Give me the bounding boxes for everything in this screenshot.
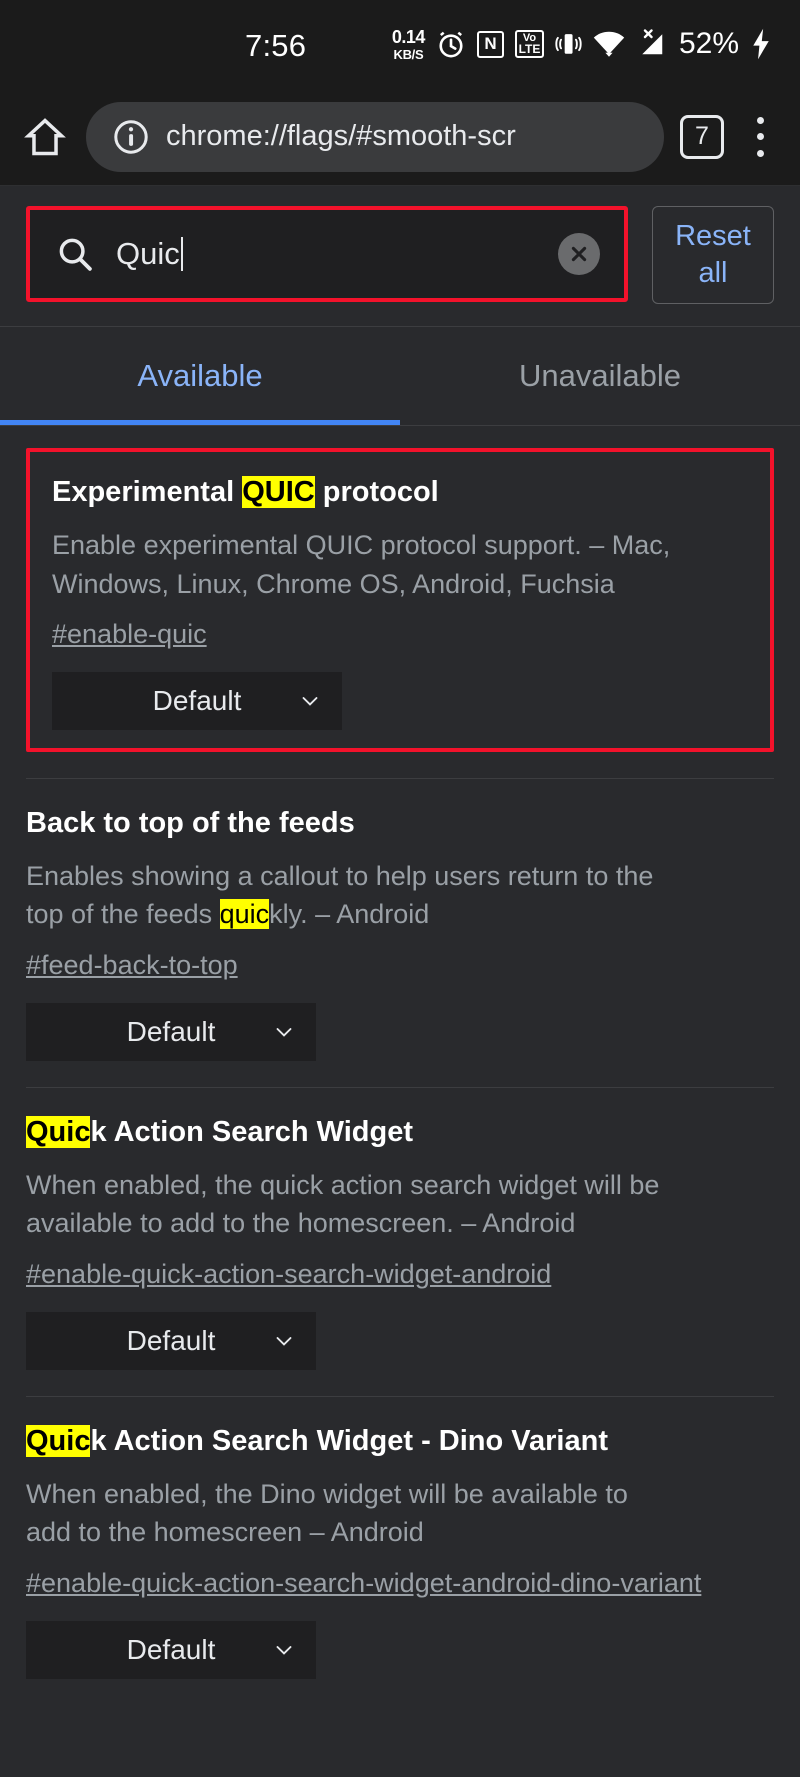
chevron-down-icon bbox=[298, 689, 322, 713]
battery-charging-icon bbox=[750, 28, 772, 60]
flags-tabs: Available Unavailable bbox=[0, 326, 800, 426]
search-field[interactable]: Quic bbox=[30, 210, 624, 298]
vibrate-mode-icon bbox=[555, 30, 582, 58]
flag-title: Quick Action Search Widget - Dino Varian… bbox=[26, 1423, 774, 1459]
clear-icon[interactable] bbox=[558, 233, 600, 275]
omnibox[interactable]: chrome://flags/#smooth-scr bbox=[86, 101, 664, 172]
flag-internal-name-link[interactable]: #enable-quick-action-search-widget-andro… bbox=[26, 1259, 551, 1290]
tab-switcher-button[interactable]: 7 bbox=[680, 114, 724, 159]
tab-count-label: 7 bbox=[695, 122, 709, 150]
browser-toolbar: chrome://flags/#smooth-scr 7 bbox=[0, 88, 800, 186]
flag-title-match: Quic bbox=[26, 1115, 91, 1148]
flag-value-select[interactable]: Default bbox=[26, 1620, 316, 1679]
chevron-down-icon bbox=[272, 1638, 296, 1662]
flag-title-post: protocol bbox=[314, 476, 439, 508]
chevron-down-icon bbox=[272, 1329, 296, 1353]
flag-internal-name-link[interactable]: #enable-quic bbox=[52, 619, 207, 650]
network-speed-value: 0.14 bbox=[391, 26, 426, 47]
omnibox-url-text[interactable]: chrome://flags/#smooth-scr bbox=[166, 120, 516, 153]
alarm-clock-icon bbox=[436, 29, 466, 59]
home-icon[interactable] bbox=[20, 112, 70, 162]
reset-all-label-line1: Reset bbox=[675, 219, 751, 252]
flag-title-pre: Experimental bbox=[52, 476, 243, 508]
flag-title-match: QUIC bbox=[242, 476, 315, 508]
flag-desc-pre: When enabled, the quick action search wi… bbox=[26, 1170, 660, 1239]
wifi-icon bbox=[593, 30, 625, 58]
nfc-icon: N bbox=[476, 30, 504, 58]
site-information-icon[interactable] bbox=[112, 118, 150, 156]
flag-title-post: k Action Search Widget - Dino Variant bbox=[90, 1424, 608, 1457]
flag-title-match: Quic bbox=[26, 1424, 91, 1457]
flags-list: Experimental QUIC protocol Enable experi… bbox=[0, 426, 800, 1679]
flag-value-label: Default bbox=[152, 684, 242, 716]
status-icon-tray: 0.14 KB/S N Vo LTE 52% bbox=[392, 22, 772, 66]
search-input-value: Quic bbox=[116, 236, 180, 271]
flag-value-select[interactable]: Default bbox=[52, 671, 342, 730]
network-speed-unit: KB/S bbox=[393, 46, 424, 62]
reset-all-button[interactable]: Reset all bbox=[652, 206, 774, 304]
flag-description: Enable experimental QUIC protocol suppor… bbox=[52, 526, 692, 603]
tab-available-label: Available bbox=[137, 358, 263, 393]
reset-all-label-line2: all bbox=[698, 257, 728, 289]
flag-title: Experimental QUIC protocol bbox=[52, 474, 748, 510]
flag-title: Back to top of the feeds bbox=[26, 805, 774, 841]
flag-title-pre: Back to top of the feeds bbox=[26, 806, 355, 839]
flag-desc-pre: When enabled, the Dino widget will be av… bbox=[26, 1478, 628, 1548]
search-input[interactable]: Quic bbox=[116, 236, 536, 272]
battery-percent-label: 52% bbox=[678, 27, 739, 60]
flag-value-label: Default bbox=[126, 1324, 216, 1356]
volte-icon: Vo LTE bbox=[514, 30, 544, 58]
phone-screen: 7:56 0.14 KB/S N Vo LTE 52% chrome://fla… bbox=[0, 0, 800, 1777]
status-clock: 7:56 bbox=[245, 28, 307, 63]
flag-entry[interactable]: Experimental QUIC protocol Enable experi… bbox=[26, 448, 774, 752]
more-options-icon[interactable] bbox=[740, 114, 780, 160]
chrome-flags-page: Quic Reset all Available Unavailable Exp… bbox=[0, 186, 800, 1777]
search-icon bbox=[56, 235, 94, 273]
flag-desc-pre: Enable experimental QUIC protocol suppor… bbox=[52, 530, 671, 599]
flag-entry[interactable]: Quick Action Search Widget - Dino Varian… bbox=[0, 1397, 800, 1679]
flag-value-label: Default bbox=[126, 1015, 216, 1047]
text-cursor bbox=[180, 237, 183, 271]
tab-unavailable-label: Unavailable bbox=[519, 358, 681, 393]
tab-available[interactable]: Available bbox=[0, 327, 400, 425]
network-speed-indicator: 0.14 KB/S bbox=[391, 26, 426, 62]
flag-entry[interactable]: Quick Action Search Widget When enabled,… bbox=[0, 1088, 800, 1370]
search-field-highlight-box: Quic bbox=[26, 206, 628, 302]
flag-desc-match: quic bbox=[219, 899, 270, 930]
flag-title-post: k Action Search Widget bbox=[90, 1115, 414, 1148]
flag-value-select[interactable]: Default bbox=[26, 1311, 316, 1370]
flag-description: When enabled, the quick action search wi… bbox=[26, 1166, 666, 1243]
flag-title: Quick Action Search Widget bbox=[26, 1114, 774, 1150]
flag-description: When enabled, the Dino widget will be av… bbox=[26, 1475, 666, 1552]
chevron-down-icon bbox=[272, 1020, 296, 1044]
status-bar: 7:56 0.14 KB/S N Vo LTE 52% bbox=[0, 0, 800, 88]
flag-value-label: Default bbox=[126, 1633, 216, 1665]
flag-internal-name-link[interactable]: #enable-quick-action-search-widget-andro… bbox=[26, 1568, 701, 1599]
flag-desc-post: kly. – Android bbox=[269, 899, 430, 930]
flag-entry[interactable]: Back to top of the feeds Enables showing… bbox=[0, 779, 800, 1061]
flag-description: Enables showing a callout to help users … bbox=[26, 857, 666, 934]
flag-internal-name-link[interactable]: #feed-back-to-top bbox=[26, 950, 238, 981]
search-row: Quic Reset all bbox=[0, 186, 800, 326]
tab-unavailable[interactable]: Unavailable bbox=[400, 327, 800, 425]
mobile-signal-off-icon bbox=[636, 29, 666, 59]
flag-value-select[interactable]: Default bbox=[26, 1002, 316, 1061]
